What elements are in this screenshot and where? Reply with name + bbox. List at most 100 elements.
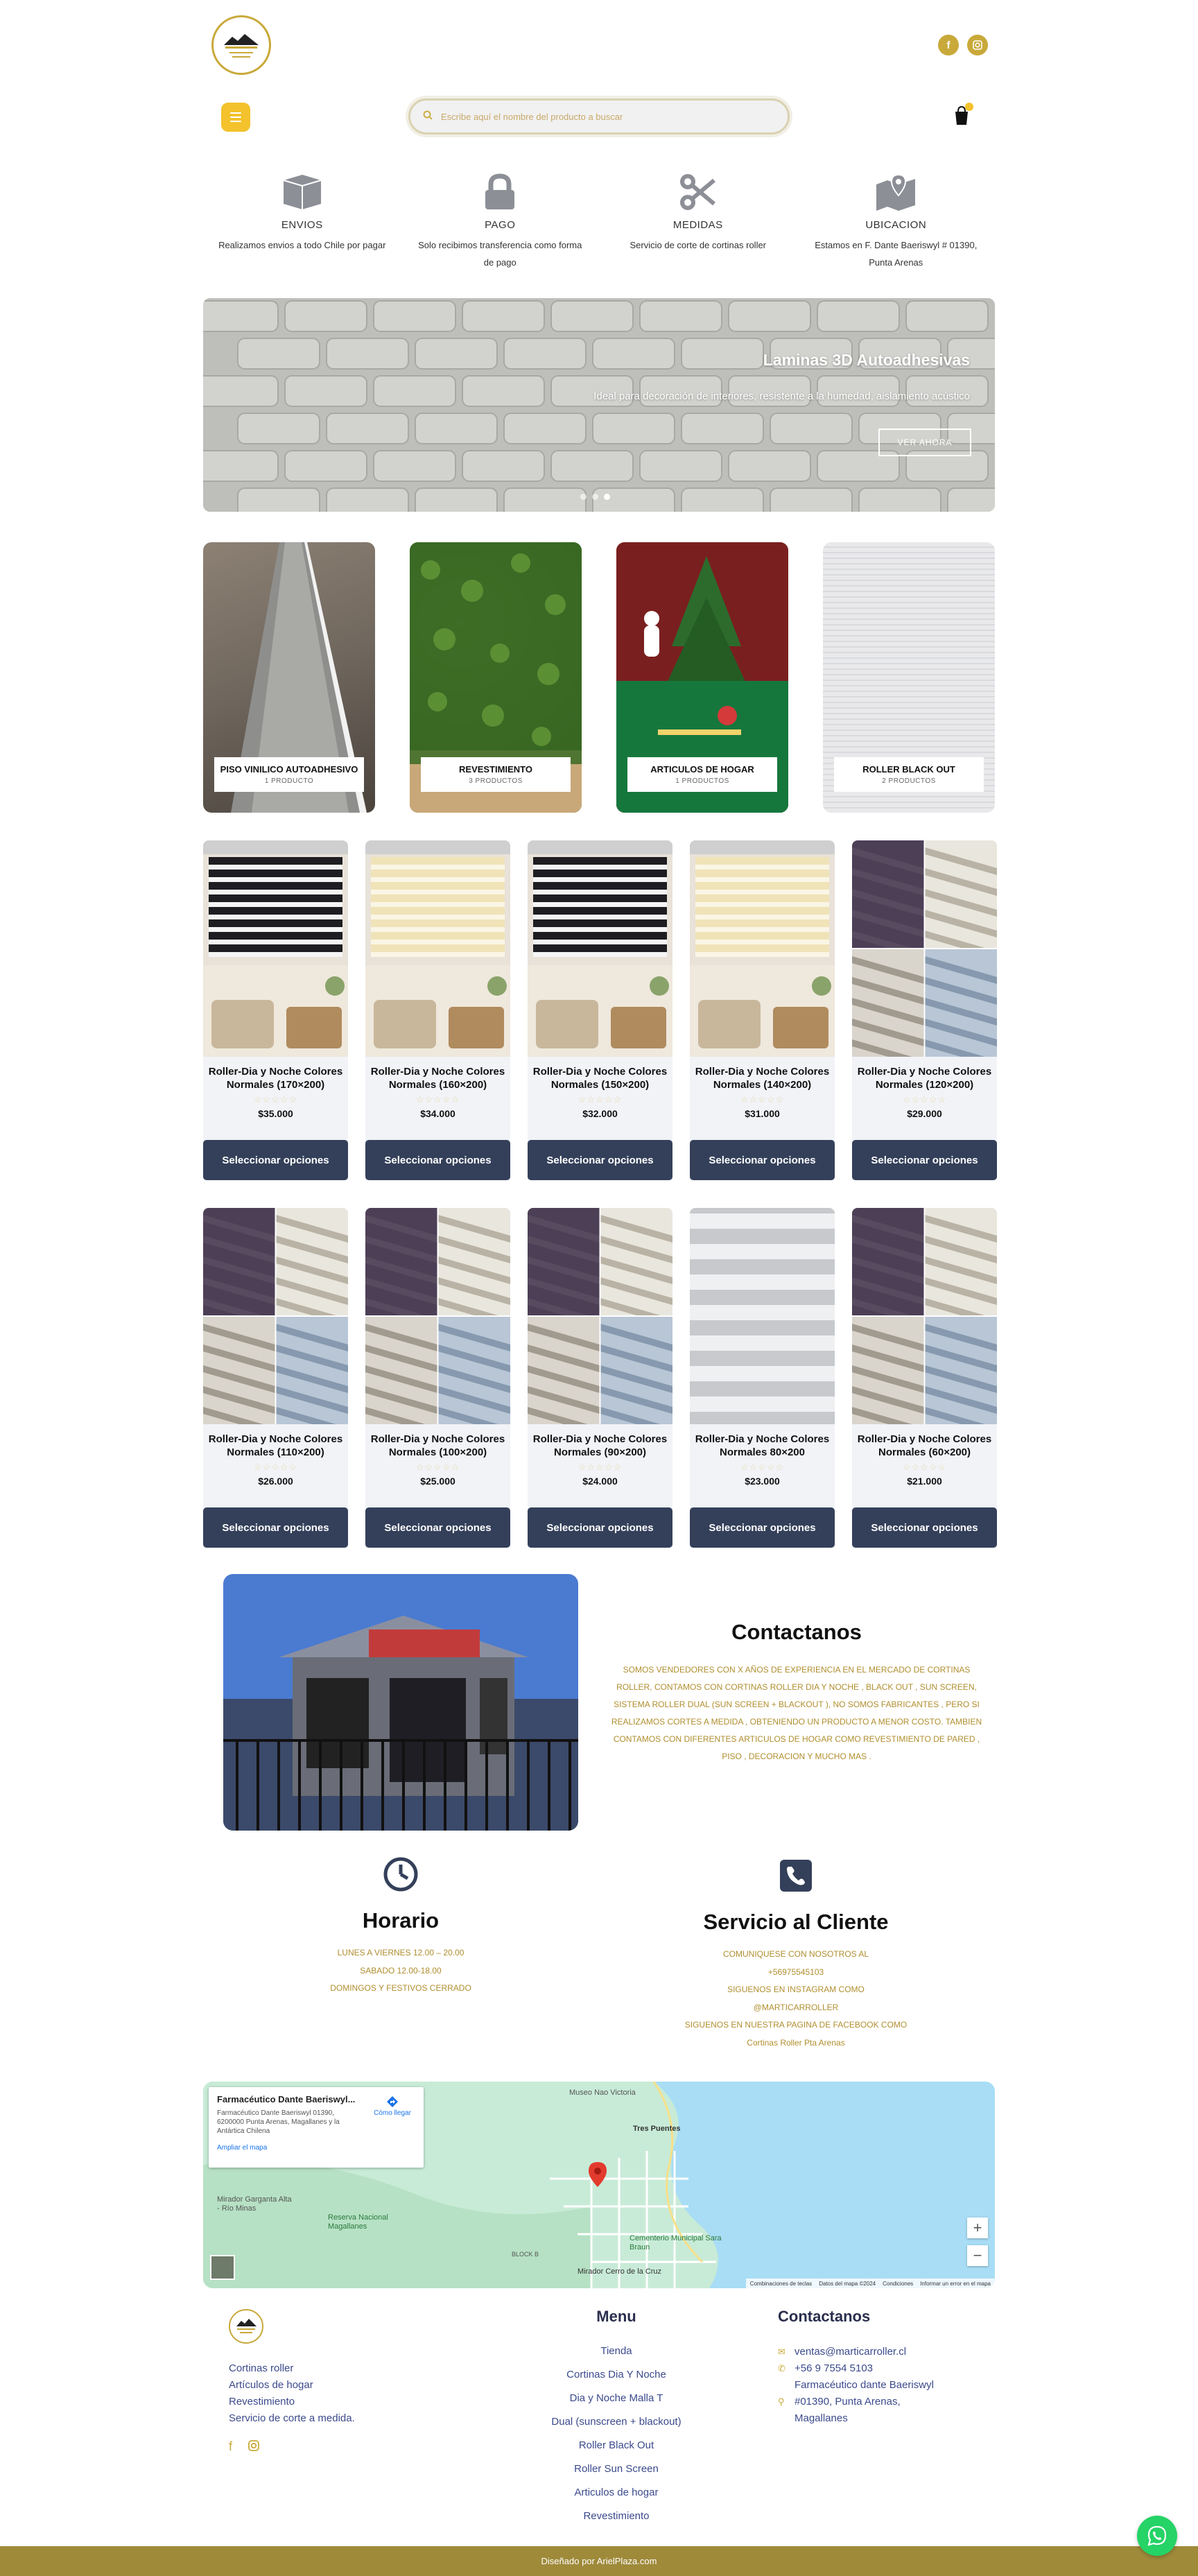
product-title[interactable]: Roller-Dia y Noche Colores Normales (60×…: [852, 1433, 997, 1459]
map-pin-marker[interactable]: [589, 2162, 607, 2187]
footer-menu-item[interactable]: Cortinas Dia Y Noche: [526, 2363, 706, 2387]
product-card[interactable]: Roller-Dia y Noche Colores Normales (170…: [203, 840, 348, 1180]
product-card[interactable]: Roller-Dia y Noche Colores Normales (100…: [365, 1208, 510, 1548]
product-title[interactable]: Roller-Dia y Noche Colores Normales (110…: [203, 1433, 348, 1459]
rating-stars: ☆☆☆☆☆: [902, 1094, 947, 1105]
select-options-button[interactable]: Seleccionar opciones: [528, 1140, 672, 1180]
product-title[interactable]: Roller-Dia y Noche Colores Normales (160…: [365, 1065, 510, 1091]
product-image-wrap[interactable]: [852, 840, 997, 1057]
product-title[interactable]: Roller-Dia y Noche Colores Normales (170…: [203, 1065, 348, 1091]
footer-credit[interactable]: Diseñado por ArielPlaza.com: [541, 2556, 657, 2566]
product-image-wrap[interactable]: [528, 840, 672, 1057]
select-options-button[interactable]: Seleccionar opciones: [528, 1507, 672, 1548]
product-image-wrap[interactable]: [203, 1208, 348, 1424]
product-card[interactable]: Roller-Dia y Noche Colores Normales (150…: [528, 840, 672, 1180]
product-image-wrap[interactable]: [203, 840, 348, 1057]
footer-email[interactable]: ventas@marticarroller.cl: [795, 2344, 906, 2360]
select-options-button[interactable]: Seleccionar opciones: [365, 1507, 510, 1548]
map-footer-link[interactable]: Informar un error en el mapa: [920, 2281, 991, 2287]
product-image-wrap[interactable]: [852, 1208, 997, 1424]
facebook-icon[interactable]: f: [938, 35, 959, 55]
facebook-icon[interactable]: f: [229, 2439, 232, 2455]
footer-menu-item[interactable]: Tienda: [526, 2340, 706, 2363]
select-options-button[interactable]: Seleccionar opciones: [203, 1507, 348, 1548]
cart-button[interactable]: [950, 103, 975, 128]
instagram-icon[interactable]: [967, 35, 988, 55]
footer-contact-title: Contactanos: [778, 2308, 871, 2325]
product-card[interactable]: Roller-Dia y Noche Colores Normales (160…: [365, 840, 510, 1180]
product-image-wrap[interactable]: [690, 840, 835, 1057]
search-input[interactable]: [441, 111, 760, 122]
select-options-button[interactable]: Seleccionar opciones: [203, 1140, 348, 1180]
product-title[interactable]: Roller-Dia y Noche Colores Normales (90×…: [528, 1433, 672, 1459]
product-image-wrap[interactable]: [528, 1208, 672, 1424]
hero-cta-button[interactable]: VER AHORA: [878, 429, 971, 456]
footer-logo[interactable]: [229, 2309, 263, 2344]
footer-menu-item[interactable]: Revestimiento: [526, 2505, 706, 2528]
phone-icon: [780, 1860, 812, 1892]
footer-menu-item[interactable]: Dual (sunscreen + blackout): [526, 2410, 706, 2434]
category-card[interactable]: REVESTIMIENTO 3 PRODUCTOS: [410, 542, 582, 813]
product-price: $24.000: [582, 1476, 618, 1487]
footer-link[interactable]: Servicio de corte a medida.: [229, 2410, 355, 2427]
product-title[interactable]: Roller-Dia y Noche Colores Normales (120…: [852, 1065, 997, 1091]
hero-slider[interactable]: Laminas 3D Autoadhesivas Ideal para deco…: [203, 298, 995, 512]
product-title[interactable]: Roller-Dia y Noche Colores Normales (150…: [528, 1065, 672, 1091]
product-image-wrap[interactable]: [365, 1208, 510, 1424]
footer-menu-item[interactable]: Articulos de hogar: [526, 2481, 706, 2505]
product-title[interactable]: Roller-Dia y Noche Colores Normales (100…: [365, 1433, 510, 1459]
map-footer-link[interactable]: Condiciones: [883, 2281, 913, 2287]
footer-menu-item[interactable]: Roller Black Out: [526, 2434, 706, 2457]
map-directions-button[interactable]: Cómo llegar: [374, 2095, 411, 2117]
product-card[interactable]: Roller-Dia y Noche Colores Normales (60×…: [852, 1208, 997, 1548]
product-card[interactable]: Roller-Dia y Noche Colores Normales (110…: [203, 1208, 348, 1548]
select-options-button[interactable]: Seleccionar opciones: [852, 1507, 997, 1548]
feature-title: ENVIOS: [281, 219, 323, 231]
box-icon: [283, 175, 322, 209]
map-enlarge-link[interactable]: Ampliar el mapa: [217, 2144, 415, 2152]
footer-link[interactable]: Artículos de hogar: [229, 2377, 355, 2394]
map-label: Mirador Cerro de la Cruz: [578, 2267, 662, 2276]
product-card[interactable]: Roller-Dia y Noche Colores Normales (90×…: [528, 1208, 672, 1548]
slider-dot[interactable]: [580, 494, 587, 500]
category-card[interactable]: ARTICULOS DE HOGAR 1 PRODUCTOS: [616, 542, 788, 813]
store-logo[interactable]: [211, 15, 271, 75]
product-image-wrap[interactable]: [365, 840, 510, 1057]
select-options-button[interactable]: Seleccionar opciones: [690, 1140, 835, 1180]
servicio-line: SIGUENOS EN NUESTRA PAGINA DE FACEBOOK C…: [684, 2020, 908, 2030]
category-label: ARTICULOS DE HOGAR 1 PRODUCTOS: [627, 757, 777, 792]
hamburger-menu-button[interactable]: [221, 103, 250, 132]
footer-menu-item[interactable]: Dia y Noche Malla T: [526, 2387, 706, 2410]
product-card[interactable]: Roller-Dia y Noche Colores Normales (140…: [690, 840, 835, 1180]
category-card[interactable]: PISO VINILICO AUTOADHESIVO 1 PRODUCTO: [203, 542, 375, 813]
servicio-phone[interactable]: +56975545103: [650, 1964, 941, 1982]
footer-phone[interactable]: +56 9 7554 5103: [795, 2360, 873, 2377]
select-options-button[interactable]: Seleccionar opciones: [365, 1140, 510, 1180]
horario-title: Horario: [362, 1908, 440, 1933]
feature-envios: ENVIOS Realizamos envios a todo Chile po…: [203, 173, 401, 271]
select-options-button[interactable]: Seleccionar opciones: [690, 1507, 835, 1548]
product-card[interactable]: Roller-Dia y Noche Colores Normales 80×2…: [690, 1208, 835, 1548]
product-image-wrap[interactable]: [690, 1208, 835, 1424]
map-zoom-out-button[interactable]: −: [967, 2245, 988, 2266]
category-card[interactable]: ROLLER BLACK OUT 2 PRODUCTOS: [823, 542, 995, 813]
slider-dot[interactable]: [592, 494, 598, 500]
select-options-button[interactable]: Seleccionar opciones: [852, 1140, 997, 1180]
map-zoom-in-button[interactable]: +: [967, 2218, 988, 2238]
product-title[interactable]: Roller-Dia y Noche Colores Normales (140…: [690, 1065, 835, 1091]
servicio-instagram[interactable]: @MARTICARROLLER: [650, 1999, 941, 2017]
footer-menu-item[interactable]: Roller Sun Screen: [526, 2457, 706, 2481]
whatsapp-button[interactable]: [1137, 2516, 1177, 2556]
footer-link[interactable]: Revestimiento: [229, 2394, 355, 2410]
google-map[interactable]: Museo Nao Victoria Tres Puentes Mirador …: [203, 2082, 995, 2288]
map-footer-link[interactable]: Combinaciones de teclas: [750, 2281, 812, 2287]
product-card[interactable]: Roller-Dia y Noche Colores Normales (120…: [852, 840, 997, 1180]
instagram-icon[interactable]: [248, 2439, 260, 2455]
footer-link[interactable]: Cortinas roller: [229, 2360, 355, 2377]
product-title[interactable]: Roller-Dia y Noche Colores Normales 80×2…: [690, 1433, 835, 1459]
footer-social: f: [229, 2439, 260, 2455]
map-satellite-toggle[interactable]: [210, 2255, 235, 2280]
product-image: [203, 1208, 348, 1424]
slider-dot-active[interactable]: [604, 494, 610, 500]
servicio-facebook[interactable]: Cortinas Roller Pta Arenas: [650, 2034, 941, 2052]
